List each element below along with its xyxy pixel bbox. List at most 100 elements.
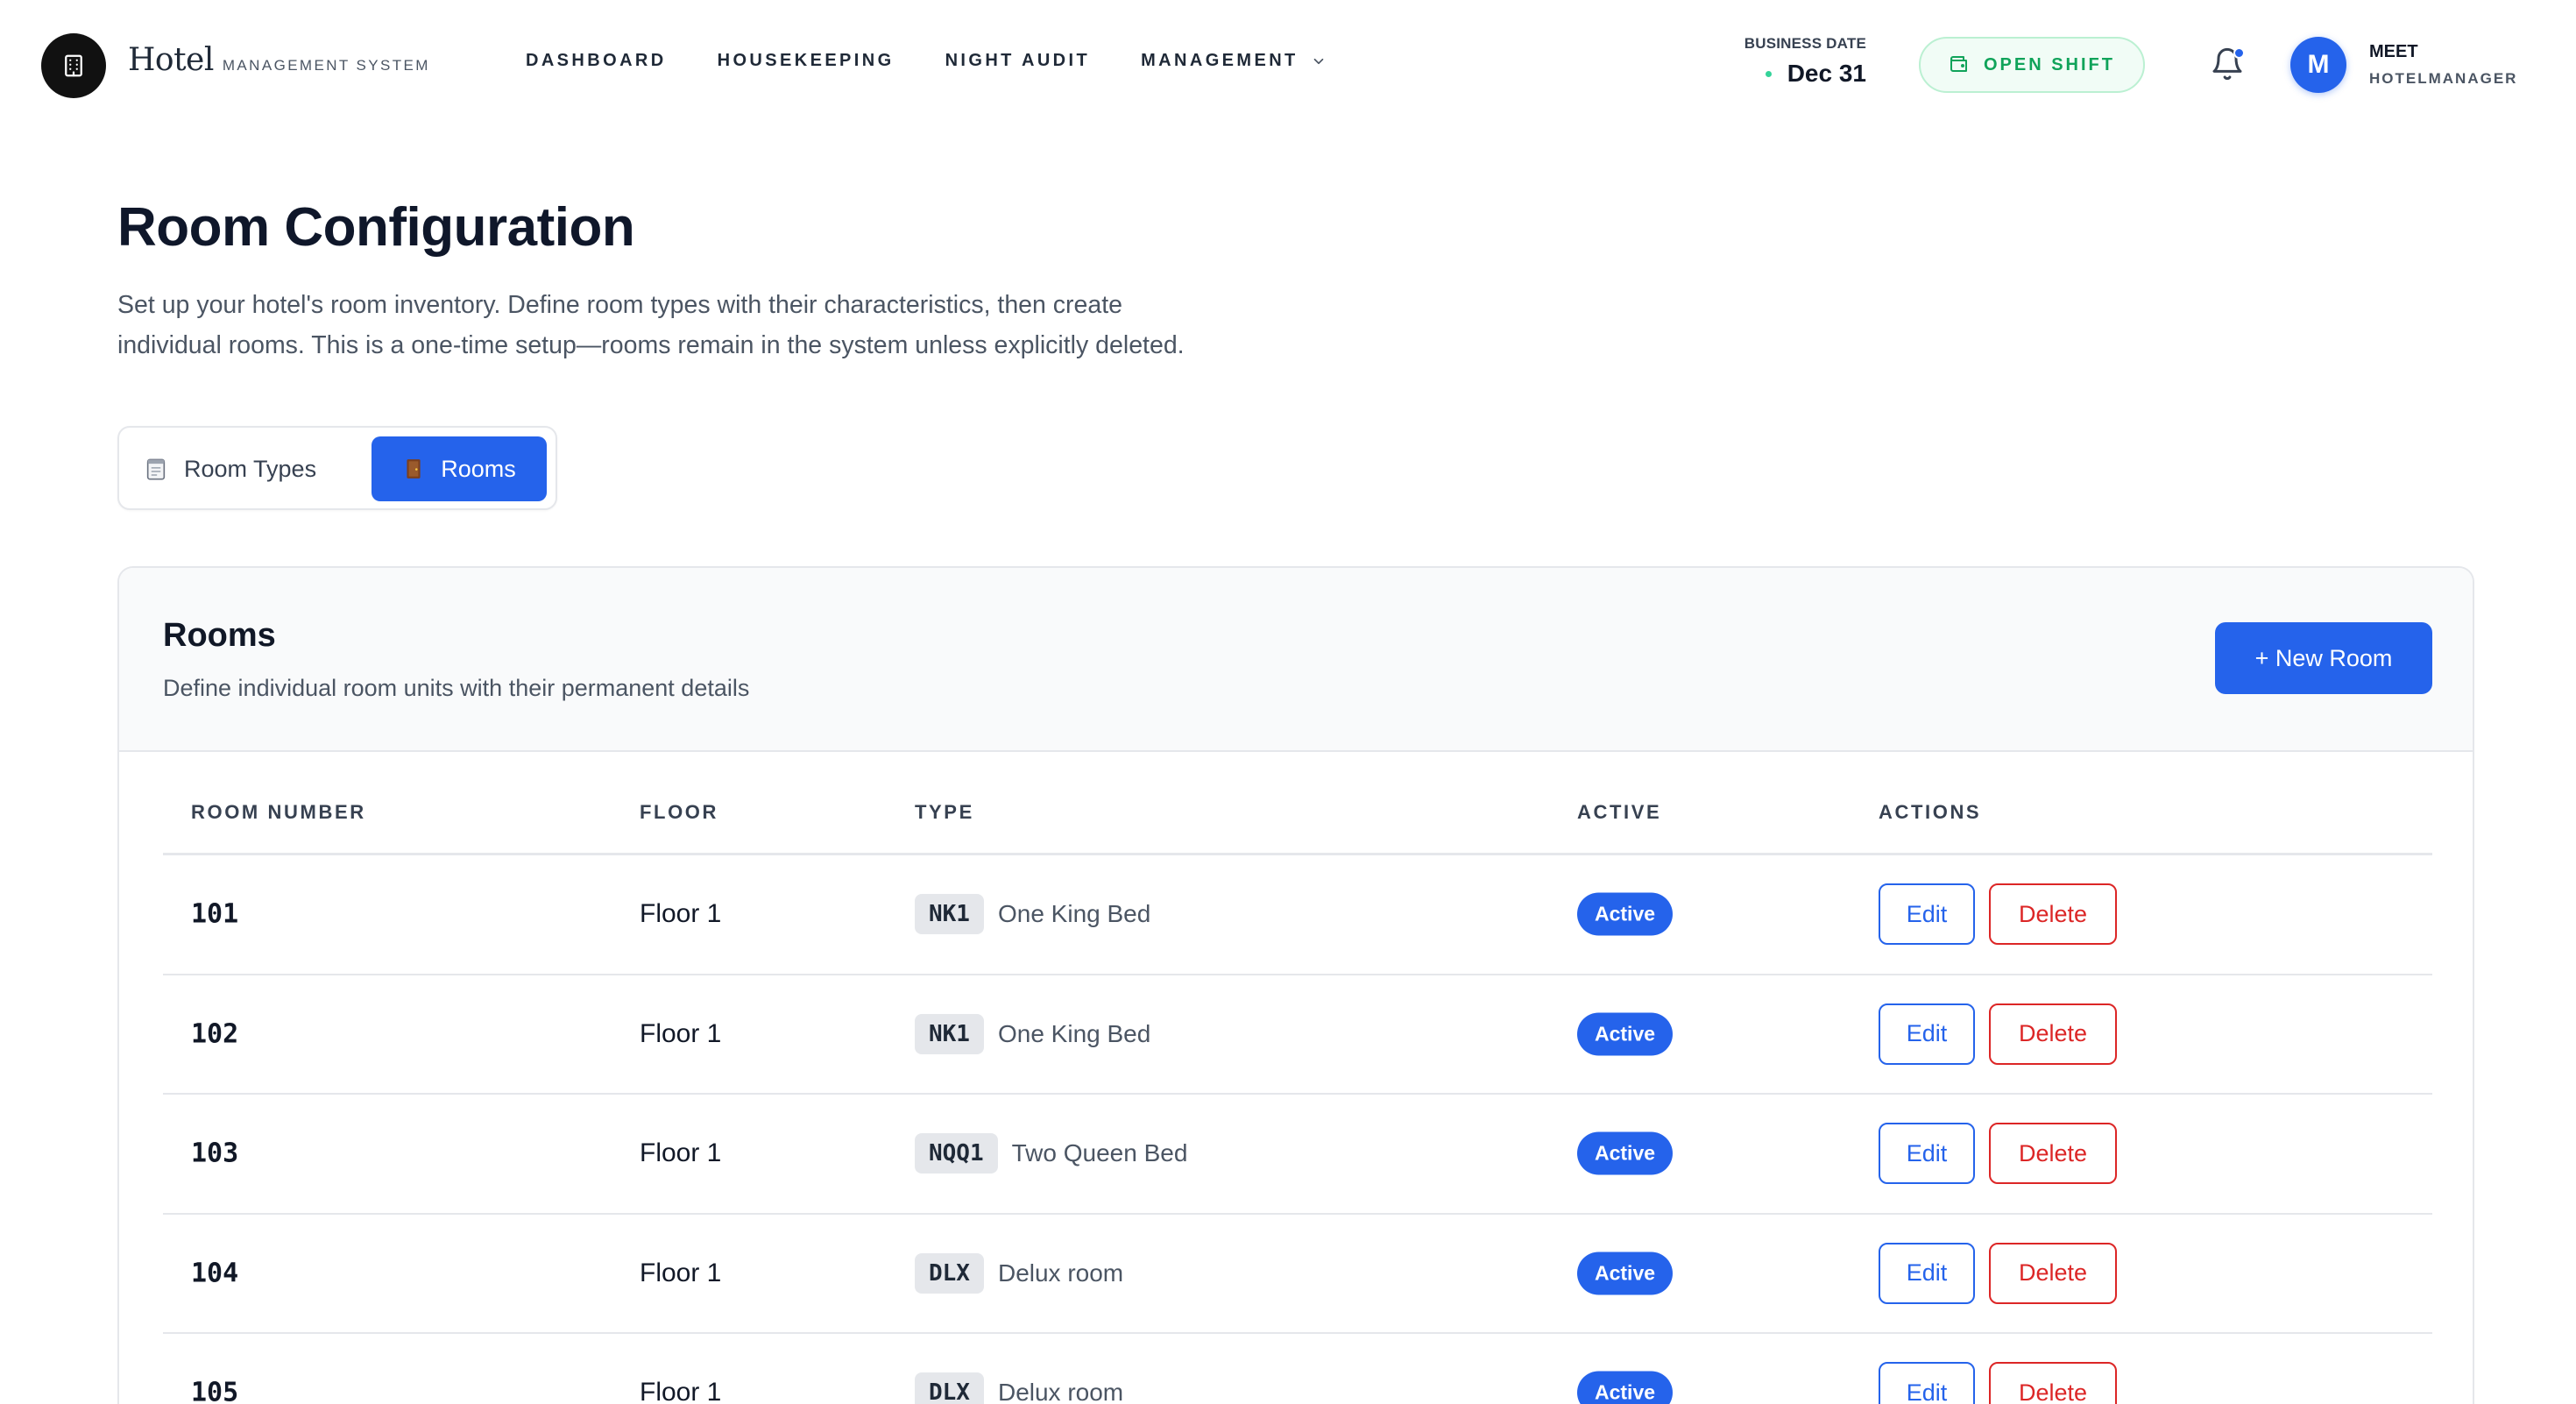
room-number: 104 <box>191 1258 239 1289</box>
table-row: 105 Floor 1 DLX Delux room Active Edit D… <box>163 1334 2432 1404</box>
status-badge: Active <box>1577 892 1674 936</box>
room-type: DLX Delux room <box>915 1372 1123 1404</box>
room-type-code: NK1 <box>915 894 984 935</box>
room-number: 103 <box>191 1138 239 1169</box>
column-active[interactable]: ACTIVE <box>1577 801 1661 824</box>
status-badge: Active <box>1577 1371 1674 1404</box>
open-shift-button[interactable]: OPEN SHIFT <box>1919 37 2145 93</box>
nav-management-label: MANAGEMENT <box>1141 51 1299 70</box>
page-title: Room Configuration <box>117 197 635 258</box>
column-floor[interactable]: FLOOR <box>640 801 718 824</box>
column-type[interactable]: TYPE <box>915 801 974 824</box>
config-tabs: Room Types Rooms <box>117 426 557 510</box>
rooms-card-subtitle: Define individual room units with their … <box>163 675 750 701</box>
building-icon <box>65 54 82 77</box>
room-floor: Floor 1 <box>640 1258 722 1287</box>
new-room-button[interactable]: + New Room <box>2215 622 2432 694</box>
brand-subtitle: MANAGEMENT SYSTEM <box>222 57 430 74</box>
tab-room-types-label: Room Types <box>184 455 317 482</box>
room-type-name: Two Queen Bed <box>1011 1139 1188 1167</box>
rooms-card-title: Rooms <box>163 617 276 654</box>
room-type-name: Delux room <box>997 1259 1124 1287</box>
table-row: 101 Floor 1 NK1 One King Bed Active Edit… <box>163 855 2432 975</box>
room-number: 101 <box>191 898 239 930</box>
edit-room-button[interactable]: Edit <box>1879 1242 1975 1304</box>
logo[interactable] <box>41 33 106 98</box>
avatar[interactable]: M <box>2290 37 2346 93</box>
edit-room-button[interactable]: Edit <box>1879 1003 1975 1065</box>
room-active: Active <box>1577 1012 1674 1056</box>
column-actions: ACTIONS <box>1879 801 1982 823</box>
table-row: 104 Floor 1 DLX Delux room Active Edit D… <box>163 1215 2432 1334</box>
room-actions: Edit Delete <box>1879 1242 2117 1304</box>
main-nav: DASHBOARD HOUSEKEEPING NIGHT AUDIT MANAG… <box>526 51 1377 71</box>
room-type-code: DLX <box>915 1252 984 1294</box>
column-room-number[interactable]: ROOM NUMBER <box>191 801 366 824</box>
room-type: NK1 One King Bed <box>915 894 1151 935</box>
room-type: NK1 One King Bed <box>915 1013 1151 1054</box>
room-type: DLX Delux room <box>915 1252 1124 1294</box>
room-actions: Edit Delete <box>1879 1003 2117 1065</box>
table-row: 102 Floor 1 NK1 One King Bed Active Edit… <box>163 975 2432 1095</box>
edit-room-button[interactable]: Edit <box>1879 1362 1975 1404</box>
delete-room-button[interactable]: Delete <box>1989 883 2117 946</box>
delete-room-button[interactable]: Delete <box>1989 1242 2117 1304</box>
nav-management[interactable]: MANAGEMENT <box>1141 51 1327 71</box>
business-date-value-row: Dec 31 <box>1691 60 1866 88</box>
room-type-name: One King Bed <box>997 900 1151 928</box>
nav-dashboard[interactable]: DASHBOARD <box>526 51 667 71</box>
business-date-label: BUSINESS DATE <box>1744 35 1866 52</box>
table-header: ROOM NUMBER FLOOR TYPE ACTIVE ACTIONS <box>163 776 2432 855</box>
room-floor: Floor 1 <box>640 1018 722 1048</box>
nav-night-audit[interactable]: NIGHT AUDIT <box>945 51 1091 71</box>
room-actions: Edit Delete <box>1879 883 2117 946</box>
tab-room-types[interactable]: Room Types <box>144 436 329 501</box>
room-type: NQQ1 Two Queen Bed <box>915 1133 1187 1174</box>
tab-rooms-label: Rooms <box>441 455 516 482</box>
brand-name: Hotel <box>128 42 214 78</box>
room-floor: Floor 1 <box>640 1138 722 1168</box>
tab-rooms[interactable]: Rooms <box>372 436 547 501</box>
room-floor: Floor 1 <box>640 1378 722 1404</box>
delete-room-button[interactable]: Delete <box>1989 1362 2117 1404</box>
room-number: 102 <box>191 1018 239 1050</box>
rooms-card: Rooms Define individual room units with … <box>117 566 2474 1404</box>
rooms-table: ROOM NUMBER FLOOR TYPE ACTIVE ACTIONS 10… <box>163 776 2432 1404</box>
room-active: Active <box>1577 892 1674 936</box>
status-badge: Active <box>1577 1012 1674 1056</box>
room-active: Active <box>1577 1252 1674 1295</box>
nav-housekeeping[interactable]: HOUSEKEEPING <box>718 51 895 71</box>
room-number: 105 <box>191 1377 239 1404</box>
clipboard-icon <box>144 457 168 481</box>
room-floor: Floor 1 <box>640 899 722 929</box>
status-dot <box>1765 70 1772 77</box>
notifications-button[interactable] <box>2210 46 2248 86</box>
notification-badge <box>2233 47 2245 59</box>
room-type-name: Delux room <box>997 1379 1124 1404</box>
table-row: 103 Floor 1 NQQ1 Two Queen Bed Active Ed… <box>163 1095 2432 1215</box>
business-date: BUSINESS DATE Dec 31 <box>1691 35 1866 88</box>
status-badge: Active <box>1577 1252 1674 1295</box>
edit-room-button[interactable]: Edit <box>1879 883 1975 946</box>
door-icon <box>402 457 425 481</box>
user-name: MEET <box>2369 42 2418 61</box>
room-type-name: One King Bed <box>997 1019 1151 1047</box>
business-date-value: Dec 31 <box>1787 60 1866 87</box>
delete-room-button[interactable]: Delete <box>1989 1123 2117 1185</box>
user-role: HOTELMANAGER <box>2369 70 2518 87</box>
room-type-code: NK1 <box>915 1013 984 1054</box>
top-navbar: Hotel MANAGEMENT SYSTEM DASHBOARD HOUSEK… <box>0 0 2576 131</box>
room-type-code: NQQ1 <box>915 1133 998 1174</box>
delete-room-button[interactable]: Delete <box>1989 1003 2117 1065</box>
brand[interactable]: Hotel MANAGEMENT SYSTEM <box>128 42 430 78</box>
room-actions: Edit Delete <box>1879 1123 2117 1185</box>
rooms-card-header: Rooms Define individual room units with … <box>119 568 2473 752</box>
room-active: Active <box>1577 1371 1674 1404</box>
open-shift-label: OPEN SHIFT <box>1983 54 2115 74</box>
room-type-code: DLX <box>915 1372 984 1404</box>
wallet-icon <box>1950 56 1967 72</box>
room-active: Active <box>1577 1131 1674 1175</box>
edit-room-button[interactable]: Edit <box>1879 1123 1975 1185</box>
status-badge: Active <box>1577 1131 1674 1175</box>
page-description: Set up your hotel's room inventory. Defi… <box>117 291 1185 359</box>
